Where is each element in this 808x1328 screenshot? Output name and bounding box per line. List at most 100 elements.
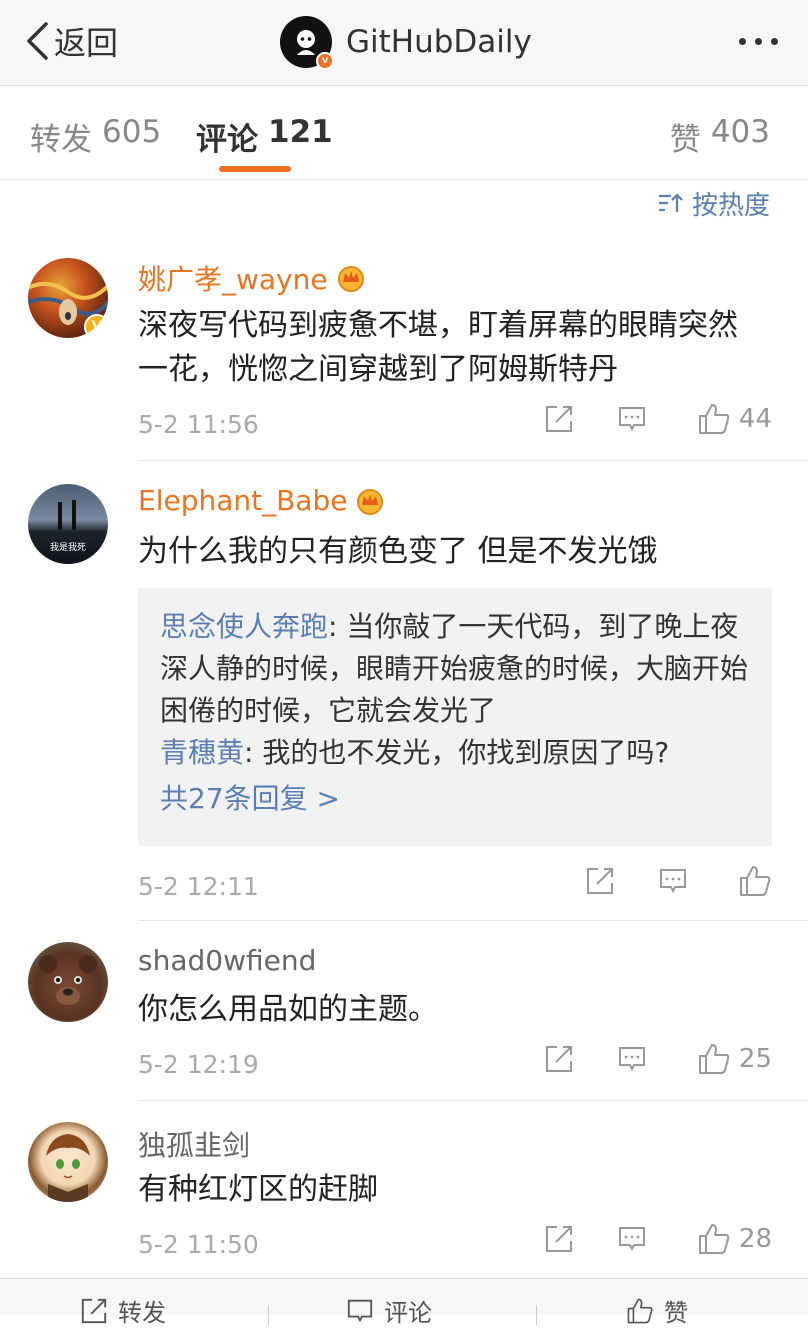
avatar[interactable]: V xyxy=(28,258,108,338)
bottom-like-label: 赞 xyxy=(664,1299,688,1327)
divider xyxy=(268,1305,269,1325)
comment-icon xyxy=(618,1047,645,1072)
share-icon xyxy=(81,1298,107,1323)
more-replies-link[interactable]: 共27条回复 > xyxy=(160,778,750,820)
avatar-anime-boy-icon xyxy=(46,1134,90,1202)
username-text: shad0wfiend xyxy=(138,944,317,977)
reply-item[interactable]: 青穗黄: 我的也不发光，你找到原因了吗? xyxy=(160,732,750,774)
comment-icon xyxy=(618,1227,645,1252)
avatar-silhouette-icon: 我是我死 xyxy=(50,500,86,553)
share-button[interactable] xyxy=(572,866,628,896)
bottom-comment-label: 评论 xyxy=(384,1299,432,1327)
username-text: 独孤韭剑 xyxy=(138,1129,251,1162)
thumb-up-icon xyxy=(627,1298,653,1323)
reply-thread[interactable]: 思念使人奔跑: 当你敲了一天代码，到了晚上夜深人静的时候，眼睛开始疲惫的时候，大… xyxy=(138,588,772,846)
tab-like-count: 403 xyxy=(710,114,770,150)
tab-repost-count: 605 xyxy=(102,114,162,150)
bottom-like-button[interactable]: 赞 xyxy=(626,1293,688,1328)
account-avatar[interactable]: v xyxy=(280,16,334,70)
avatar[interactable] xyxy=(28,942,108,1022)
crown-icon xyxy=(337,266,364,292)
thumb-up-icon xyxy=(740,866,771,896)
share-icon xyxy=(545,1046,572,1072)
nav-bar: 返回 v GitHubDaily xyxy=(0,0,808,86)
like-button[interactable]: 28 xyxy=(677,1222,772,1256)
thumb-up-icon xyxy=(698,404,730,434)
avatar-bear-icon xyxy=(39,955,97,1005)
reply-button[interactable] xyxy=(628,866,718,896)
more-dot-icon xyxy=(755,37,762,45)
more-dot-icon xyxy=(739,37,746,45)
reply-username[interactable]: 思念使人奔跑 xyxy=(160,610,328,643)
like-button[interactable]: 25 xyxy=(677,1042,772,1076)
back-label: 返回 xyxy=(54,24,119,62)
sort-toggle[interactable]: 按热度 xyxy=(658,186,770,221)
sort-label: 按热度 xyxy=(691,190,770,221)
comment-text: 为什么我的只有颜色变了 但是不发光饿 xyxy=(138,534,658,569)
reply-text: : 我的也不发光，你找到原因了吗? xyxy=(244,736,670,769)
bottom-action-bar: 转发 评论 赞 xyxy=(0,1278,808,1327)
comment-username[interactable]: Elephant_Babe xyxy=(138,484,385,517)
comment-username[interactable]: 独孤韭剑 xyxy=(138,1124,250,1164)
chevron-left-icon xyxy=(27,22,48,60)
bottom-repost-label: 转发 xyxy=(118,1299,166,1327)
thumb-up-icon xyxy=(698,1224,730,1254)
reply-item[interactable]: 思念使人奔跑: 当你敲了一天代码，到了晚上夜深人静的时候，眼睛开始疲惫的时候，大… xyxy=(160,606,750,732)
comment-time: 5-2 11:56 xyxy=(138,410,259,439)
reply-username[interactable]: 青穗黄 xyxy=(160,736,244,769)
tab-repost-label: 转发 xyxy=(30,122,92,158)
like-button[interactable]: 44 xyxy=(677,402,772,436)
reply-button[interactable] xyxy=(587,1224,677,1254)
thumb-up-icon xyxy=(698,1044,730,1074)
svg-text:我是我死: 我是我死 xyxy=(50,542,86,553)
comment-icon xyxy=(618,407,645,432)
comment-item: 独孤韭剑 有种红灯区的赶脚 5-2 11:50 28 xyxy=(0,1100,808,1278)
crown-icon xyxy=(357,488,384,515)
verified-badge-icon: v xyxy=(316,52,334,70)
comment-icon xyxy=(347,1299,373,1322)
avatar[interactable]: 我是我死 xyxy=(28,484,108,564)
reply-button[interactable] xyxy=(587,404,677,434)
comment-time: 5-2 12:11 xyxy=(138,872,259,901)
verified-badge-icon: V xyxy=(84,314,108,338)
reply-button[interactable] xyxy=(587,1044,677,1074)
comment-time: 5-2 11:50 xyxy=(138,1230,259,1259)
comment-username[interactable]: 姚广孝_wayne xyxy=(138,258,366,298)
more-options-button[interactable] xyxy=(739,24,778,58)
comment-username[interactable]: shad0wfiend xyxy=(138,944,316,977)
tab-like[interactable]: 赞 403 xyxy=(670,114,770,159)
bottom-comment-button[interactable]: 评论 xyxy=(346,1293,432,1328)
bottom-repost-button[interactable]: 转发 xyxy=(80,1293,166,1328)
tab-repost[interactable]: 转发 605 xyxy=(30,114,161,159)
sort-icon xyxy=(658,193,683,212)
share-icon xyxy=(545,406,572,432)
tab-comment-count: 121 xyxy=(268,114,333,150)
divider xyxy=(138,460,808,461)
username-text: 姚广孝_wayne xyxy=(138,263,328,296)
comment-text: 你怎么用品如的主题。 xyxy=(138,992,438,1027)
account-title[interactable]: v GitHubDaily xyxy=(280,14,532,70)
share-button[interactable] xyxy=(531,1224,587,1254)
back-button[interactable]: 返回 xyxy=(24,18,118,64)
avatar[interactable] xyxy=(28,1122,108,1202)
like-button[interactable] xyxy=(718,864,772,898)
divider xyxy=(536,1305,537,1325)
comment-icon xyxy=(660,869,686,894)
tab-like-label: 赞 xyxy=(669,122,701,158)
share-icon xyxy=(587,868,613,894)
tab-comment[interactable]: 评论 121 xyxy=(196,114,333,159)
comment-actions: 44 xyxy=(531,402,772,436)
tab-comment-label: 评论 xyxy=(196,122,258,158)
share-button[interactable] xyxy=(531,404,587,434)
more-dot-icon xyxy=(771,37,778,45)
comment-actions: 25 xyxy=(531,1042,772,1076)
like-count: 25 xyxy=(738,1044,772,1074)
tab-bar: 转发 605 评论 121 赞 403 xyxy=(0,86,808,180)
comment-actions: 28 xyxy=(531,1222,772,1256)
active-tab-indicator xyxy=(219,166,291,172)
like-count: 28 xyxy=(738,1224,772,1254)
comment-text: 有种红灯区的赶脚 xyxy=(138,1172,378,1207)
share-button[interactable] xyxy=(531,1044,587,1074)
comment-actions xyxy=(572,864,772,898)
like-count: 44 xyxy=(738,404,772,434)
